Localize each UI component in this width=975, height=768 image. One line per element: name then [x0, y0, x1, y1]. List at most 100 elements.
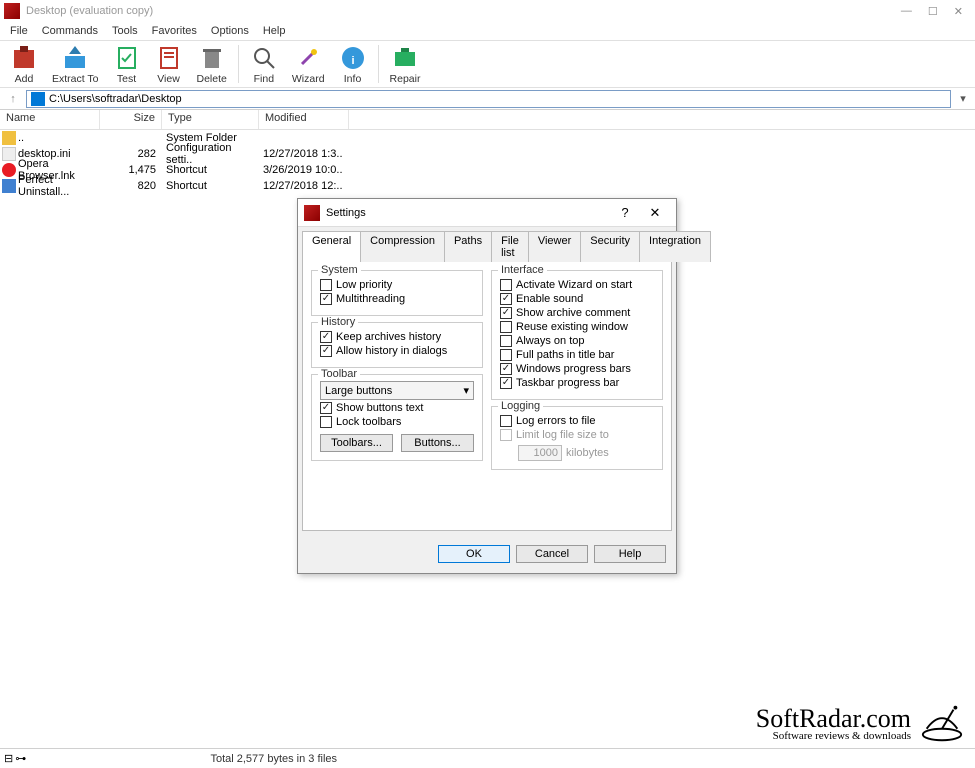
- status-text: Total 2,577 bytes in 3 files: [40, 753, 508, 765]
- tab-general[interactable]: General: [302, 231, 361, 262]
- file-row[interactable]: Opera Browser.lnk 1,475Shortcut3/26/2019…: [0, 162, 975, 178]
- status-icons: ⊟ ⊶: [0, 752, 40, 765]
- toolbar-find[interactable]: Find: [244, 42, 284, 87]
- toolbar-view[interactable]: View: [149, 42, 189, 87]
- repair-icon: [391, 44, 419, 72]
- chk-win-progress[interactable]: Windows progress bars: [500, 363, 654, 375]
- chevron-down-icon: ▾: [463, 384, 469, 397]
- group-toolbar: Toolbar Large buttons▾ Show buttons text…: [311, 374, 483, 461]
- status-bar: ⊟ ⊶ Total 2,577 bytes in 3 files: [0, 748, 975, 768]
- chk-full-paths[interactable]: Full paths in title bar: [500, 349, 654, 361]
- chk-always-on-top[interactable]: Always on top: [500, 335, 654, 347]
- file-row[interactable]: .. System Folder: [0, 130, 975, 146]
- tab-integration[interactable]: Integration: [639, 231, 711, 262]
- chk-lock-toolbars[interactable]: Lock toolbars: [320, 416, 474, 428]
- add-icon: [10, 44, 38, 72]
- chk-allow-history[interactable]: Allow history in dialogs: [320, 345, 474, 357]
- ok-button[interactable]: OK: [438, 545, 510, 563]
- tab-security[interactable]: Security: [580, 231, 640, 262]
- group-history: History Keep archives history Allow hist…: [311, 322, 483, 368]
- col-type[interactable]: Type: [162, 110, 259, 129]
- minimize-button[interactable]: —: [901, 5, 912, 18]
- chk-log-errors[interactable]: Log errors to file: [500, 415, 654, 427]
- chk-show-buttons-text[interactable]: Show buttons text: [320, 402, 474, 414]
- window-titlebar: Desktop (evaluation copy) — ☐ ✕: [0, 0, 975, 22]
- help-button[interactable]: Help: [594, 545, 666, 563]
- chk-low-priority[interactable]: Low priority: [320, 279, 474, 291]
- folder-icon: [2, 131, 16, 145]
- info-icon: i: [339, 44, 367, 72]
- chk-taskbar-progress[interactable]: Taskbar progress bar: [500, 377, 654, 389]
- toolbar-extract[interactable]: Extract To: [46, 42, 105, 87]
- dialog-title: Settings: [326, 207, 610, 219]
- tab-viewer[interactable]: Viewer: [528, 231, 581, 262]
- folder-icon: [31, 92, 45, 106]
- tab-paths[interactable]: Paths: [444, 231, 492, 262]
- find-icon: [250, 44, 278, 72]
- col-size[interactable]: Size: [100, 110, 162, 129]
- wizard-icon: [294, 44, 322, 72]
- app-icon: [304, 205, 320, 221]
- dialog-buttons: OK Cancel Help: [298, 535, 676, 573]
- chk-reuse-window[interactable]: Reuse existing window: [500, 321, 654, 333]
- key-icon: ⊶: [15, 752, 26, 765]
- chk-limit-log: Limit log file size to: [500, 429, 654, 441]
- menubar: File Commands Tools Favorites Options He…: [0, 22, 975, 40]
- address-bar: ↑ C:\Users\softradar\Desktop ▾: [0, 88, 975, 110]
- toolbar-size-select[interactable]: Large buttons▾: [320, 381, 474, 400]
- file-icon: [2, 179, 16, 193]
- log-size-unit: kilobytes: [566, 447, 609, 459]
- file-row[interactable]: Perfect Uninstall... 820Shortcut12/27/20…: [0, 178, 975, 194]
- main-toolbar: Add Extract To Test View Delete Find Wiz…: [0, 40, 975, 88]
- menu-tools[interactable]: Tools: [106, 23, 144, 39]
- address-dropdown[interactable]: ▾: [955, 92, 971, 105]
- cancel-button[interactable]: Cancel: [516, 545, 588, 563]
- svg-text:i: i: [351, 55, 354, 67]
- menu-commands[interactable]: Commands: [36, 23, 104, 39]
- chk-show-comment[interactable]: Show archive comment: [500, 307, 654, 319]
- window-title: Desktop (evaluation copy): [26, 5, 901, 17]
- watermark-sub: Software reviews & downloads: [756, 730, 911, 742]
- menu-options[interactable]: Options: [205, 23, 255, 39]
- toolbar-add[interactable]: Add: [4, 42, 44, 87]
- menu-favorites[interactable]: Favorites: [146, 23, 203, 39]
- close-button[interactable]: ✕: [640, 205, 670, 221]
- tab-strip: General Compression Paths File list View…: [298, 227, 676, 262]
- settings-dialog: Settings ? ✕ General Compression Paths F…: [297, 198, 677, 574]
- help-button[interactable]: ?: [610, 205, 640, 220]
- view-icon: [155, 44, 183, 72]
- file-row[interactable]: desktop.ini 282Configuration setti..12/2…: [0, 146, 975, 162]
- col-modified[interactable]: Modified: [259, 110, 349, 129]
- group-interface: Interface Activate Wizard on start Enabl…: [491, 270, 663, 400]
- group-system: System Low priority Multithreading: [311, 270, 483, 316]
- address-input[interactable]: C:\Users\softradar\Desktop: [26, 90, 951, 108]
- file-list-header: Name Size Type Modified: [0, 110, 975, 130]
- toolbars-button[interactable]: Toolbars...: [320, 434, 393, 452]
- tab-filelist[interactable]: File list: [491, 231, 529, 262]
- toolbar-repair[interactable]: Repair: [384, 42, 427, 87]
- chk-keep-history[interactable]: Keep archives history: [320, 331, 474, 343]
- buttons-button[interactable]: Buttons...: [401, 434, 474, 452]
- disk-icon: ⊟: [4, 752, 13, 765]
- up-button[interactable]: ↑: [4, 93, 22, 105]
- chk-activate-wizard[interactable]: Activate Wizard on start: [500, 279, 654, 291]
- close-button[interactable]: ✕: [954, 5, 963, 18]
- tab-compression[interactable]: Compression: [360, 231, 445, 262]
- radar-icon: [919, 700, 965, 746]
- menu-help[interactable]: Help: [257, 23, 292, 39]
- address-text: C:\Users\softradar\Desktop: [49, 93, 182, 105]
- chk-enable-sound[interactable]: Enable sound: [500, 293, 654, 305]
- file-list: .. System Folder desktop.ini 282Configur…: [0, 130, 975, 194]
- maximize-button[interactable]: ☐: [928, 5, 938, 18]
- chk-multithreading[interactable]: Multithreading: [320, 293, 474, 305]
- toolbar-info[interactable]: iInfo: [333, 42, 373, 87]
- col-name[interactable]: Name: [0, 110, 100, 129]
- toolbar-delete[interactable]: Delete: [191, 42, 233, 87]
- log-size-input: [518, 445, 562, 461]
- toolbar-wizard[interactable]: Wizard: [286, 42, 331, 87]
- menu-file[interactable]: File: [4, 23, 34, 39]
- watermark: SoftRadar.com Software reviews & downloa…: [756, 700, 965, 746]
- toolbar-test[interactable]: Test: [107, 42, 147, 87]
- delete-icon: [198, 44, 226, 72]
- dialog-titlebar: Settings ? ✕: [298, 199, 676, 227]
